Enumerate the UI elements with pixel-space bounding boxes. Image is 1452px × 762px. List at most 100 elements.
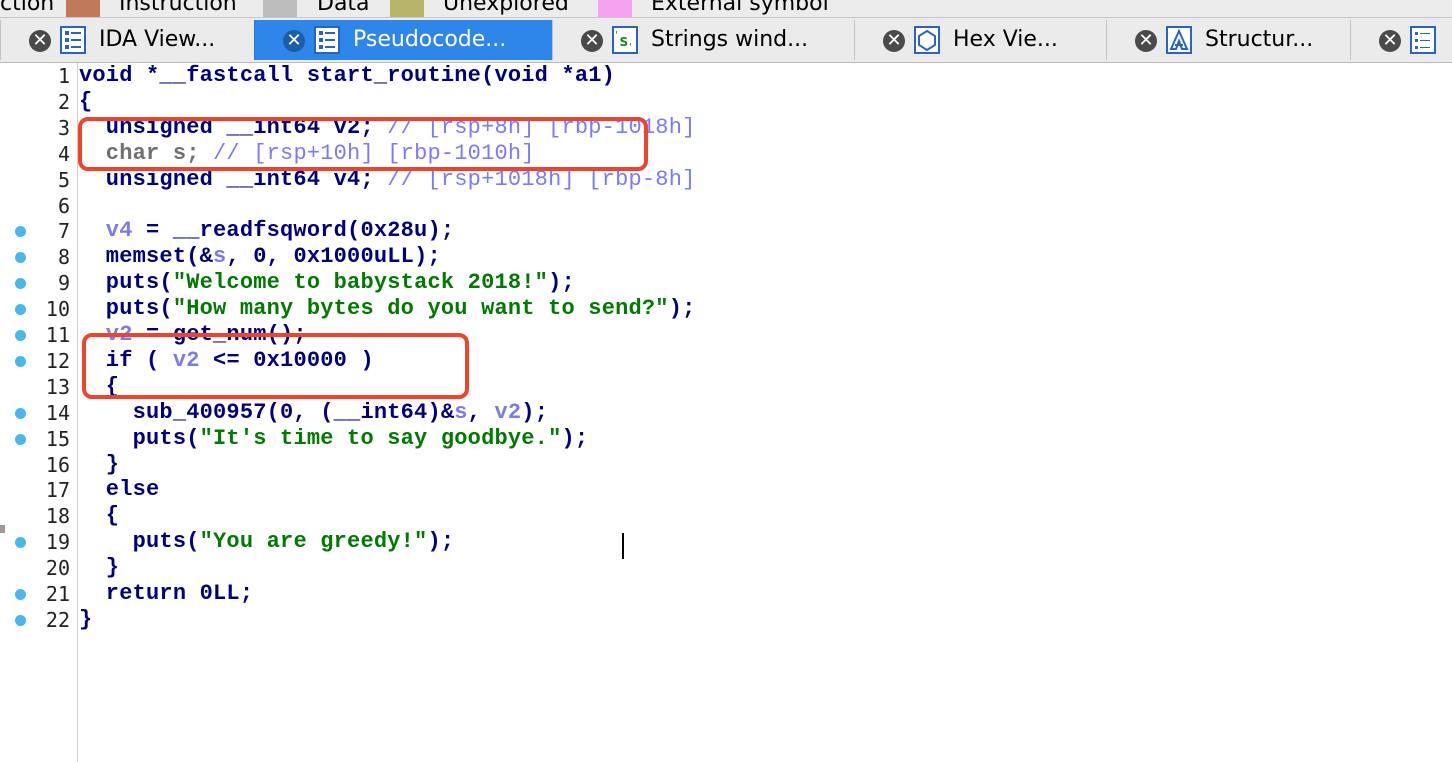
code-token: } [79, 555, 120, 581]
code-token: ); [561, 425, 589, 451]
code-text: } [79, 555, 119, 581]
code-token: v2 [494, 399, 522, 425]
code-line[interactable]: 16 } [0, 452, 1452, 478]
code-text: v4 = __readfsqword(0x28u); [79, 218, 454, 244]
code-token: , 0, 0x1000uLL); [226, 244, 441, 270]
code-token: return 0LL; [79, 581, 254, 606]
close-tab-icon[interactable]: ✕ [883, 30, 905, 52]
code-text: { [79, 503, 119, 529]
left-scroll-marker [0, 525, 5, 533]
code-token: puts( [79, 529, 200, 555]
code-line[interactable]: 9 puts("Welcome to babystack 2018!"); [0, 270, 1452, 296]
legend-label: Instruction [119, 0, 237, 16]
code-text: } [79, 452, 119, 478]
code-line[interactable]: 22} [0, 607, 1452, 633]
code-text: puts("You are greedy!"); [79, 529, 454, 555]
code-token: } [79, 606, 93, 632]
code-token: puts( [79, 270, 173, 296]
line-number: 1 [57, 64, 70, 88]
code-token: "Welcome to babystack 2018!" [172, 270, 549, 296]
code-token: ); [521, 399, 549, 425]
tab-hex-view[interactable]: ✕ Hex Vie... [854, 20, 1107, 60]
code-text: else [79, 477, 159, 503]
highlight-box-if-condition [82, 333, 469, 399]
line-number: 22 [45, 607, 70, 632]
code-token: = __readfsqword(0x28u); [132, 218, 455, 244]
line-number: 21 [45, 582, 70, 606]
tab-label: IDA View... [99, 27, 216, 52]
legend-label: ction [0, 0, 55, 16]
code-token: ); [548, 270, 575, 296]
code-text: puts("Welcome to babystack 2018!"); [79, 270, 575, 296]
line-number: 3 [57, 115, 70, 140]
tab-pseudocode[interactable]: ✕ Pseudocode... [254, 20, 553, 60]
code-token: { [79, 88, 93, 114]
line-number: 20 [45, 556, 70, 581]
line-number: 5 [57, 167, 70, 192]
line-number: 8 [57, 245, 70, 270]
pseudocode-icon [314, 26, 340, 54]
code-text: void *__fastcall start_routine(void *a1) [79, 63, 615, 89]
line-number: 18 [45, 504, 70, 529]
code-token: } [79, 451, 120, 477]
code-line[interactable]: 21 return 0LL; [0, 581, 1452, 607]
line-number: 9 [57, 271, 70, 296]
code-line[interactable]: 20 } [0, 555, 1452, 581]
code-line[interactable]: 18 { [0, 503, 1452, 529]
code-line[interactable]: 1 void *__fastcall start_routine(void *a1… [0, 63, 1452, 89]
legend-swatch-3 [390, 0, 424, 17]
pseudocode-editor[interactable]: 1 void *__fastcall start_routine(void *a1… [0, 63, 1452, 762]
code-line[interactable]: 10 puts("How many bytes do you want to s… [0, 296, 1452, 322]
code-line[interactable]: 8 memset(&s, 0, 0x1000uLL); [0, 244, 1452, 270]
line-number: 19 [45, 530, 70, 555]
code-text: sub_400957(0, (__int64)&s, v2); [79, 400, 548, 426]
code-line[interactable]: 6 [0, 193, 1452, 219]
color-legend-bar: ction Instruction Data Unexplored External s… [0, 0, 1452, 18]
code-line[interactable]: 17 else [0, 477, 1452, 503]
svg-text:': ' [629, 42, 632, 52]
code-token: memset(& [79, 244, 214, 270]
code-line[interactable]: 14 sub_400957(0, (__int64)&s, v2); [0, 400, 1452, 426]
code-token: puts( [79, 425, 200, 451]
line-number: 7 [57, 219, 70, 244]
code-line[interactable]: 15 puts("It's time to say goodbye."); [0, 426, 1452, 452]
line-number: 2 [57, 89, 70, 114]
code-token: puts( [79, 296, 173, 322]
close-tab-icon[interactable]: ✕ [1135, 30, 1157, 52]
code-token: "You are greedy!" [199, 529, 428, 555]
code-token: ); [427, 529, 455, 555]
code-token: sub_400957(0, (__int64)& [79, 399, 455, 425]
code-token: { [79, 503, 120, 529]
code-line[interactable]: 2{ [0, 89, 1452, 115]
tab-label: Structur... [1205, 27, 1314, 52]
code-line[interactable]: 19 puts("You are greedy!"); [0, 529, 1452, 555]
tab-structures[interactable]: ✕ Structur... [1106, 20, 1351, 60]
close-tab-icon[interactable]: ✕ [1379, 30, 1401, 52]
code-text: memset(&s, 0, 0x1000uLL); [79, 244, 441, 270]
tab-label: Pseudocode... [353, 27, 507, 52]
line-number: 17 [45, 478, 70, 503]
code-text: return 0LL; [79, 581, 253, 607]
code-text: puts("How many bytes do you want to send… [79, 296, 696, 322]
tab-strings[interactable]: ✕ s ' ' Strings wind... [552, 20, 855, 60]
line-number: 16 [45, 452, 70, 477]
tab-enums[interactable]: ✕ [1350, 20, 1452, 60]
svg-text:': ' [615, 30, 618, 41]
hex-view-icon [914, 26, 940, 54]
code-token: else [79, 477, 160, 503]
enums-icon [1410, 26, 1436, 54]
close-tab-icon[interactable]: ✕ [283, 30, 305, 52]
line-number: 10 [45, 297, 70, 322]
code-token: s [454, 399, 468, 425]
legend-swatch-4 [598, 0, 632, 17]
line-number: 6 [57, 193, 70, 218]
code-token: v4 [79, 218, 133, 244]
code-line[interactable]: 7 v4 = __readfsqword(0x28u); [0, 218, 1452, 244]
legend-swatch-2 [263, 0, 297, 17]
line-number: 4 [57, 141, 70, 166]
close-tab-icon[interactable]: ✕ [581, 30, 603, 52]
svg-text:s: s [619, 31, 629, 50]
code-text: } [79, 607, 92, 633]
tab-ida-view[interactable]: ✕ IDA View... [0, 20, 255, 60]
close-tab-icon[interactable]: ✕ [29, 30, 51, 52]
